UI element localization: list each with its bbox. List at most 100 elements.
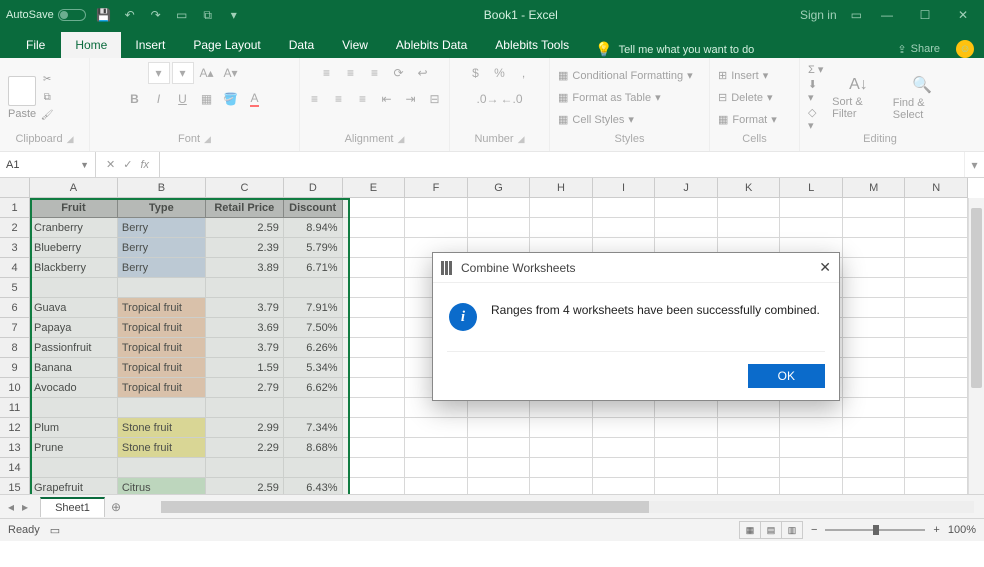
launcher-icon[interactable]: ◢ bbox=[204, 134, 211, 145]
zoom-in-icon[interactable]: + bbox=[933, 524, 939, 536]
row-header[interactable]: 1 bbox=[0, 198, 29, 218]
row-header[interactable]: 5 bbox=[0, 278, 29, 298]
row-header[interactable]: 15 bbox=[0, 478, 29, 494]
feedback-smile-icon[interactable]: ☺ bbox=[956, 40, 974, 58]
decrease-font-icon[interactable]: A▾ bbox=[220, 62, 242, 84]
cell[interactable] bbox=[843, 278, 906, 298]
cell[interactable] bbox=[780, 478, 843, 494]
cell[interactable]: Citrus bbox=[118, 478, 206, 494]
cell[interactable]: Retail Price bbox=[206, 198, 284, 218]
cell[interactable] bbox=[468, 478, 531, 494]
row-header[interactable]: 3 bbox=[0, 238, 29, 258]
fill-color-icon[interactable]: 🪣 bbox=[220, 88, 242, 110]
column-header[interactable]: L bbox=[780, 178, 843, 197]
font-size-dropdown[interactable]: ▾ bbox=[172, 62, 194, 84]
increase-font-icon[interactable]: A▴ bbox=[196, 62, 218, 84]
cell[interactable] bbox=[905, 278, 968, 298]
column-header[interactable]: D bbox=[284, 178, 343, 197]
cell[interactable] bbox=[343, 378, 406, 398]
cell[interactable] bbox=[593, 438, 656, 458]
formula-input[interactable] bbox=[160, 152, 964, 177]
cell[interactable] bbox=[655, 418, 718, 438]
cell[interactable] bbox=[905, 458, 968, 478]
cell[interactable] bbox=[468, 458, 531, 478]
cell[interactable] bbox=[905, 438, 968, 458]
cell[interactable] bbox=[905, 298, 968, 318]
cell[interactable]: Tropical fruit bbox=[118, 358, 206, 378]
cell[interactable] bbox=[530, 438, 593, 458]
cell[interactable] bbox=[468, 438, 531, 458]
maximize-button[interactable]: ☐ bbox=[910, 5, 940, 25]
cell[interactable] bbox=[593, 198, 656, 218]
cell[interactable] bbox=[905, 318, 968, 338]
cell[interactable] bbox=[843, 418, 906, 438]
paste-button[interactable]: Paste bbox=[8, 76, 36, 120]
cell[interactable]: 2.59 bbox=[206, 478, 284, 494]
increase-indent-icon[interactable]: ⇥ bbox=[400, 88, 422, 110]
cell[interactable] bbox=[905, 398, 968, 418]
cell[interactable] bbox=[343, 278, 406, 298]
cell[interactable] bbox=[905, 418, 968, 438]
horizontal-scrollbar[interactable] bbox=[161, 501, 974, 513]
cell[interactable] bbox=[655, 218, 718, 238]
cell[interactable] bbox=[843, 358, 906, 378]
cell[interactable]: Avocado bbox=[30, 378, 118, 398]
cell[interactable] bbox=[468, 198, 531, 218]
cell[interactable] bbox=[343, 398, 406, 418]
font-color-icon[interactable]: A bbox=[244, 88, 266, 110]
cell[interactable]: Prune bbox=[30, 438, 118, 458]
cell[interactable]: Cranberry bbox=[30, 218, 118, 238]
align-middle-icon[interactable]: ≡ bbox=[340, 62, 362, 84]
cell[interactable] bbox=[843, 258, 906, 278]
cell[interactable] bbox=[905, 198, 968, 218]
cell[interactable] bbox=[30, 458, 118, 478]
tab-insert[interactable]: Insert bbox=[121, 32, 179, 58]
column-header[interactable]: K bbox=[718, 178, 781, 197]
copy-icon[interactable]: ⧉ bbox=[40, 91, 54, 105]
find-select-button[interactable]: 🔍 Find & Select bbox=[893, 75, 952, 121]
row-header[interactable]: 4 bbox=[0, 258, 29, 278]
cell[interactable]: 6.43% bbox=[284, 478, 343, 494]
cell[interactable]: Plum bbox=[30, 418, 118, 438]
cell[interactable] bbox=[30, 278, 118, 298]
share-button[interactable]: ⇪ Share bbox=[897, 43, 940, 56]
cell[interactable]: Blueberry bbox=[30, 238, 118, 258]
cell[interactable] bbox=[405, 418, 468, 438]
cell[interactable] bbox=[284, 458, 343, 478]
cell[interactable]: Type bbox=[118, 198, 206, 218]
border-icon[interactable]: ▦ bbox=[196, 88, 218, 110]
decrease-decimal-icon[interactable]: ←.0 bbox=[501, 88, 523, 110]
cell[interactable]: Berry bbox=[118, 218, 206, 238]
cell[interactable]: 1.59 bbox=[206, 358, 284, 378]
row-header[interactable]: 8 bbox=[0, 338, 29, 358]
cell[interactable]: Guava bbox=[30, 298, 118, 318]
cell[interactable] bbox=[780, 418, 843, 438]
expand-formula-bar-icon[interactable]: ▾ bbox=[964, 152, 984, 177]
percent-icon[interactable]: % bbox=[489, 62, 511, 84]
cell[interactable] bbox=[405, 458, 468, 478]
cell[interactable] bbox=[343, 238, 406, 258]
cell[interactable]: 6.62% bbox=[284, 378, 343, 398]
cell[interactable]: Banana bbox=[30, 358, 118, 378]
row-headers[interactable]: 123456789101112131415 bbox=[0, 198, 30, 494]
column-header[interactable]: A bbox=[30, 178, 118, 197]
row-header[interactable]: 13 bbox=[0, 438, 29, 458]
cell[interactable]: 2.99 bbox=[206, 418, 284, 438]
cell[interactable] bbox=[405, 398, 468, 418]
close-button[interactable]: ✕ bbox=[948, 5, 978, 25]
cell[interactable] bbox=[905, 478, 968, 494]
cell[interactable]: Fruit bbox=[30, 198, 118, 218]
save-icon[interactable]: 💾 bbox=[96, 7, 112, 23]
cell[interactable]: Grapefruit bbox=[30, 478, 118, 494]
row-header[interactable]: 9 bbox=[0, 358, 29, 378]
dialog-ok-button[interactable]: OK bbox=[748, 364, 825, 388]
column-headers[interactable]: ABCDEFGHIJKLMN bbox=[30, 178, 968, 198]
cell[interactable] bbox=[905, 338, 968, 358]
cell[interactable]: Tropical fruit bbox=[118, 298, 206, 318]
bold-button[interactable]: B bbox=[124, 88, 146, 110]
cell[interactable] bbox=[30, 398, 118, 418]
cell[interactable] bbox=[468, 398, 531, 418]
sort-filter-button[interactable]: A↓ Sort & Filter bbox=[832, 76, 885, 120]
column-header[interactable]: G bbox=[468, 178, 531, 197]
cell[interactable] bbox=[118, 278, 206, 298]
